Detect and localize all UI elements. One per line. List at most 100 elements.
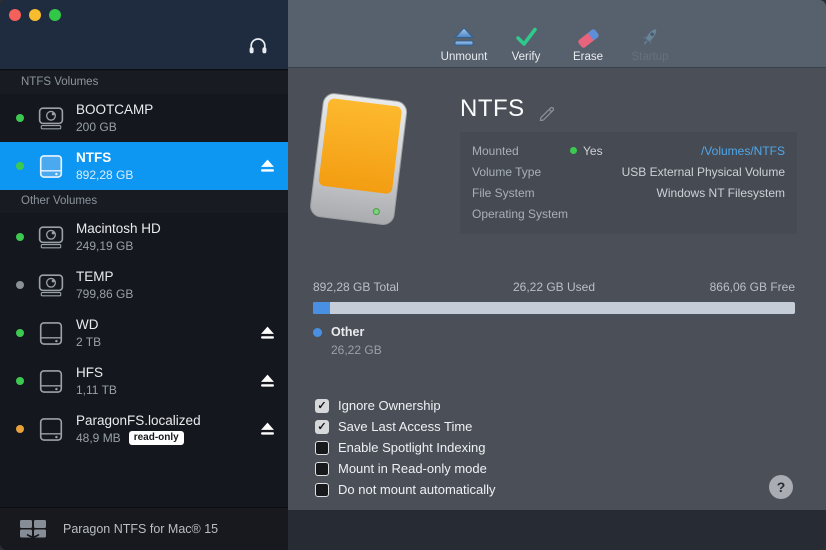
volume-row-wd[interactable]: WD 2 TB [0,309,288,357]
status-dot [16,329,24,337]
capacity-bar-used-fill [313,302,330,314]
verify-label: Verify [512,51,541,63]
option-save-last-access-time[interactable]: ✓ Save Last Access Time [315,419,496,434]
eject-icon[interactable] [260,160,275,173]
capacity-bar [313,302,795,314]
verify-button[interactable]: Verify [500,25,552,63]
volume-name: ParagonFS.localized [76,413,288,428]
option-ignore-ownership[interactable]: ✓ Ignore Ownership [315,398,496,413]
legend-size: 26,22 GB [331,343,382,357]
info-row-volume-type: Volume Type USB External Physical Volume [472,161,785,182]
external-drive-icon [38,321,64,346]
volume-name: WD [76,317,288,332]
help-button[interactable]: ? [769,475,793,499]
eject-icon[interactable] [260,375,275,388]
app-brand-label: Paragon NTFS for Mac® 15 [63,522,218,536]
legend-dot [313,328,322,337]
checkmark-icon [513,25,539,49]
checkbox[interactable]: ✓ [315,420,329,434]
volume-row-bootcamp[interactable]: BOOTCAMP 200 GB [0,94,288,142]
info-label: Mounted [472,144,570,158]
zoom-button[interactable] [49,9,61,21]
capacity-total: 892,28 GB Total [313,280,474,294]
erase-label: Erase [573,51,603,63]
checkbox[interactable] [315,441,329,455]
option-label: Mount in Read-only mode [338,461,487,476]
eject-icon[interactable] [260,423,275,436]
option-label: Do not mount automatically [338,482,496,497]
app-window: NTFS Volumes BOOTCAMP 200 GB [0,0,826,550]
option-label: Save Last Access Time [338,419,472,434]
startup-label: Startup [631,51,668,63]
rename-pencil-icon[interactable] [538,104,555,121]
support-headphones-icon[interactable] [248,36,268,55]
external-drive-large-icon [300,91,416,237]
option-enable-spotlight-indexing[interactable]: Enable Spotlight Indexing [315,440,496,455]
volume-size: 2 TB [76,335,288,349]
checkbox[interactable] [315,483,329,497]
status-dot [16,425,24,433]
info-label: Volume Type [472,165,570,179]
status-dot [16,377,24,385]
status-dot [16,233,24,241]
sidebar-footer: Paragon NTFS for Mac® 15 [0,507,288,550]
info-row-file-system: File System Windows NT Filesystem [472,182,785,203]
volume-row-macintosh-hd[interactable]: Macintosh HD 249,19 GB [0,213,288,261]
startup-button[interactable]: Startup [624,25,676,63]
sidebar-header [0,0,288,70]
erase-button[interactable]: Erase [562,25,614,63]
unmount-button[interactable]: Unmount [438,25,490,63]
volume-name: BOOTCAMP [76,102,288,117]
internal-drive-icon [38,106,64,131]
info-label: Operating System [472,207,570,221]
main-footer-bar [288,510,826,550]
section-header-ntfs-volumes: NTFS Volumes [0,71,288,94]
info-label: File System [472,186,570,200]
sidebar: NTFS Volumes BOOTCAMP 200 GB [0,0,288,550]
checkbox[interactable] [315,462,329,476]
toolbar: Unmount Verify Erase [288,0,826,68]
option-label: Enable Spotlight Indexing [338,440,485,455]
volume-title: NTFS [460,95,525,123]
section-header-other-volumes: Other Volumes [0,190,288,213]
capacity-used: 26,22 GB Used [474,280,635,294]
volume-size: 892,28 GB [76,168,288,182]
internal-drive-icon [38,225,64,250]
volume-row-ntfs[interactable]: NTFS 892,28 GB [0,142,288,190]
volume-name: HFS [76,365,288,380]
volume-size: 48,9 MB [76,431,121,445]
volume-size: 249,19 GB [76,239,288,253]
eject-icon[interactable] [260,327,275,340]
volume-size: 200 GB [76,120,288,134]
volume-name: Macintosh HD [76,221,288,236]
mount-options: ✓ Ignore Ownership ✓ Save Last Access Ti… [315,398,496,503]
external-drive-icon [38,154,64,179]
capacity-section: 892,28 GB Total 26,22 GB Used 866,06 GB … [313,280,795,357]
option-mount-read-only[interactable]: Mount in Read-only mode [315,461,496,476]
volume-detail-panel: NTFS Mounted Yes /Volumes/NTFS [288,69,826,510]
volume-name: NTFS [76,150,288,165]
status-dot [16,162,24,170]
volume-row-temp[interactable]: TEMP 799,86 GB [0,261,288,309]
rocket-icon [637,25,663,49]
volume-size: 1,11 TB [76,383,288,397]
volume-row-hfs[interactable]: HFS 1,11 TB [0,357,288,405]
capacity-free: 866,06 GB Free [634,280,795,294]
checkbox[interactable]: ✓ [315,399,329,413]
volume-row-paragonfs[interactable]: ParagonFS.localized 48,9 MB read-only [0,405,288,453]
minimize-button[interactable] [29,9,41,21]
info-row-operating-system: Operating System [472,203,785,224]
volume-info-panel: Mounted Yes /Volumes/NTFS Volume Type US… [460,132,797,234]
option-do-not-mount-automatically[interactable]: Do not mount automatically [315,482,496,497]
eraser-icon [575,25,601,49]
legend-name: Other [331,325,382,339]
read-only-badge: read-only [129,431,184,445]
volume-size: 799,86 GB [76,287,288,301]
close-button[interactable] [9,9,21,21]
capacity-legend: Other 26,22 GB [313,325,795,357]
info-row-mounted: Mounted Yes /Volumes/NTFS [472,140,785,161]
mount-point-link[interactable]: /Volumes/NTFS [603,144,785,158]
volume-name: TEMP [76,269,288,284]
mounted-status-dot [570,147,577,154]
volume-title-row: NTFS [460,95,555,123]
